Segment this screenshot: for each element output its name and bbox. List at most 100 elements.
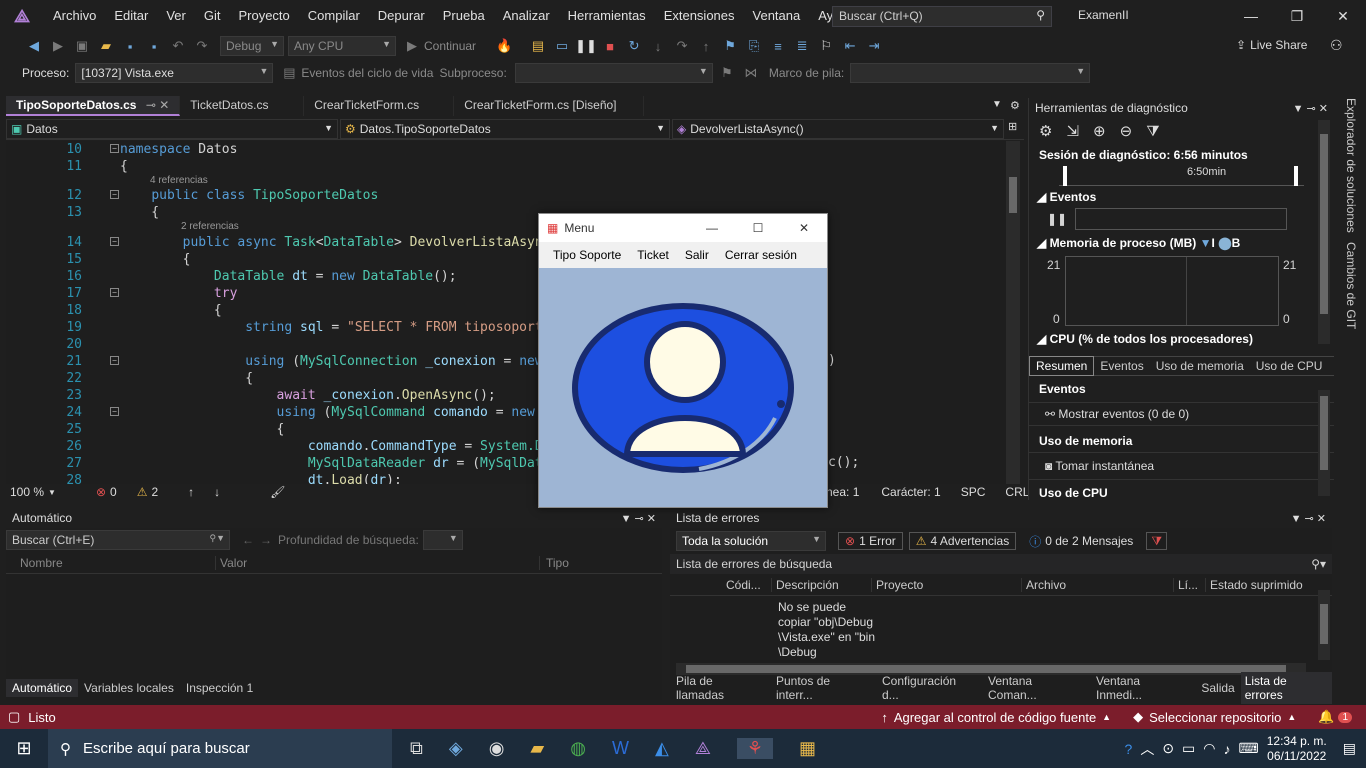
menu-proyecto[interactable]: Proyecto [229, 0, 298, 32]
filter-icon[interactable]: ⧩ [1146, 532, 1168, 550]
close-button[interactable]: ✕ [1320, 0, 1366, 32]
panel-controls-icon[interactable]: ▼ ⊸ ✕ [621, 512, 656, 525]
collapse-icon[interactable]: − [110, 237, 119, 246]
winforms-app-icon[interactable]: ▦ [799, 738, 816, 759]
action-center-icon[interactable]: ▤ [1343, 740, 1356, 757]
diag-scrollbar[interactable] [1318, 120, 1330, 344]
table-row[interactable]: No se puede copiar "obj\Debug \Vista.exe… [778, 600, 875, 660]
tab-resumen[interactable]: Resumen [1029, 356, 1095, 376]
wifi-icon[interactable]: ◠ [1203, 740, 1215, 757]
volume-icon[interactable]: ♪ [1224, 741, 1231, 757]
column-header-name[interactable]: Nombre [6, 555, 216, 570]
restart-icon[interactable]: ↻ [624, 36, 644, 56]
menu-ver[interactable]: Ver [157, 0, 195, 32]
live-share-button[interactable]: ⇪ Live Share [1236, 38, 1307, 52]
tab-crearticketform-design[interactable]: CrearTicketForm.cs [Diseño] [454, 96, 645, 116]
export-icon[interactable]: ⇲ [1066, 122, 1079, 140]
save-icon[interactable]: ▪ [120, 36, 140, 56]
tab-eventos[interactable]: Eventos [1094, 357, 1149, 375]
word-icon[interactable]: W [612, 738, 629, 759]
mysql-workbench-icon[interactable]: ◭ [655, 738, 669, 759]
collapse-icon[interactable]: − [110, 356, 119, 365]
code-lens-references[interactable]: 4 referencias [150, 175, 208, 187]
collapse-icon[interactable]: − [110, 190, 119, 199]
menu-ventana[interactable]: Ventana [744, 0, 810, 32]
column-header-type[interactable]: Tipo [540, 556, 569, 570]
autos-search-input[interactable]: Buscar (Ctrl+E) ⚲▼ [6, 530, 230, 550]
stop-icon[interactable]: ■ [600, 36, 620, 56]
step-over-icon[interactable]: ↷ [672, 36, 692, 56]
step-into-icon[interactable]: ↓ [648, 36, 668, 56]
menu-tipo-soporte[interactable]: Tipo Soporte [545, 248, 629, 262]
open-folder-icon[interactable]: ▰ [96, 36, 116, 56]
scrollbar-thumb[interactable] [1320, 134, 1328, 314]
solution-explorer-tab[interactable]: Explorador de soluciones [1344, 98, 1358, 233]
bookmark-prev-icon[interactable]: ⇤ [840, 36, 860, 56]
tray-app-icon[interactable]: ⊙ [1162, 740, 1174, 757]
menu-compilar[interactable]: Compilar [299, 0, 369, 32]
visual-studio-logo-icon[interactable]: ⟁ [0, 0, 44, 32]
form-close-button[interactable]: ✕ [781, 221, 827, 235]
collapse-icon[interactable]: − [110, 407, 119, 416]
menu-extensiones[interactable]: Extensiones [655, 0, 744, 32]
timeline-end-handle[interactable] [1294, 166, 1298, 186]
editor-scrollbar[interactable] [1006, 141, 1020, 484]
column-header-code[interactable]: Códi... [722, 577, 772, 592]
bookmark-next-icon[interactable]: ⇥ [864, 36, 884, 56]
scope-select[interactable]: Toda la solución ▼ [676, 531, 826, 551]
pause-icon[interactable]: ❚❚ [575, 36, 597, 56]
window-icon[interactable]: ▭ [552, 36, 572, 56]
project-select[interactable]: ▣ Datos ▼ [6, 118, 338, 139]
global-search-input[interactable]: Buscar (Ctrl+Q) ⚲ [832, 6, 1052, 27]
memory-graph[interactable]: 21 0 21 0 [1029, 256, 1334, 326]
restore-button[interactable]: ❐ [1274, 0, 1320, 32]
split-editor-icon[interactable]: ⊞ [1008, 120, 1017, 133]
form-maximize-button[interactable]: ☐ [735, 221, 781, 235]
flag-icon[interactable]: ⚑ [717, 63, 737, 83]
menu-archivo[interactable]: Archivo [44, 0, 105, 32]
step-out-icon[interactable]: ↑ [696, 36, 716, 56]
pin-icon[interactable]: ⊸ ✕ [146, 98, 169, 112]
tab-ventana-inmediato[interactable]: Ventana Inmedi... [1090, 672, 1195, 704]
tab-pila-llamadas[interactable]: Pila de llamadas [670, 672, 770, 704]
panel-controls-icon[interactable]: ▼ ⊸ ✕ [1291, 512, 1326, 525]
task-view-icon[interactable]: ⧉ [410, 738, 423, 759]
redo-icon[interactable]: ↷ [192, 36, 212, 56]
zoom-level[interactable]: 100 % [10, 485, 44, 499]
tab-ticketdatos[interactable]: TicketDatos.cs [180, 96, 305, 116]
column-header-description[interactable]: Descripción [772, 577, 872, 592]
menu-salir[interactable]: Salir [677, 248, 717, 262]
forward-arrow-icon[interactable]: → [260, 533, 272, 547]
chevron-down-icon[interactable]: ▼ [48, 488, 56, 497]
menu-editar[interactable]: Editar [105, 0, 157, 32]
column-header-file[interactable]: Archivo [1022, 577, 1174, 592]
notification-bell-icon[interactable]: 🔔 [1318, 709, 1334, 725]
bookmark-icon[interactable]: ⎘ [744, 36, 764, 56]
app-github-icon[interactable]: ◉ [489, 738, 505, 759]
tab-configuracion[interactable]: Configuración d... [876, 672, 982, 704]
column-header-suppression[interactable]: Estado suprimido [1206, 578, 1303, 592]
visual-studio-icon[interactable]: ⟁ [695, 738, 711, 759]
errors-filter-button[interactable]: ⊗ 1 Error [838, 532, 903, 550]
show-events-link[interactable]: ⚯ Mostrar eventos (0 de 0) [1029, 402, 1334, 425]
git-changes-tab[interactable]: Cambios de GIT [1344, 242, 1358, 329]
menu-herramientas[interactable]: Herramientas [559, 0, 655, 32]
column-header-project[interactable]: Proyecto [872, 577, 1022, 592]
chevron-up-icon[interactable]: ▲ [1287, 712, 1296, 722]
lifecycle-events-button[interactable]: Eventos del ciclo de vida [301, 66, 433, 80]
tab-puntos-interrupcion[interactable]: Puntos de interr... [770, 672, 876, 704]
panel-controls-icon[interactable]: ▼ ⊸ ✕ [1293, 102, 1328, 115]
help-icon[interactable]: ? [1125, 741, 1133, 757]
menu-cerrar-sesion[interactable]: Cerrar sesión [717, 248, 805, 262]
events-section[interactable]: ◢ Eventos [1029, 186, 1334, 208]
menu-depurar[interactable]: Depurar [369, 0, 434, 32]
diag-summary-scrollbar[interactable] [1318, 390, 1330, 496]
output-icon[interactable]: ▢ [8, 709, 20, 725]
tab-salida[interactable]: Salida [1195, 679, 1240, 697]
bookmark-toggle-icon[interactable]: ⚐ [816, 36, 836, 56]
zoom-in-icon[interactable]: ⊕ [1093, 122, 1106, 140]
spacing-indicator[interactable]: SPC [961, 485, 986, 499]
pause-icon[interactable]: ❚❚ [1047, 212, 1067, 226]
tab-overflow-icon[interactable]: ▼ [992, 99, 1002, 110]
error-count[interactable]: 0 [110, 485, 117, 499]
